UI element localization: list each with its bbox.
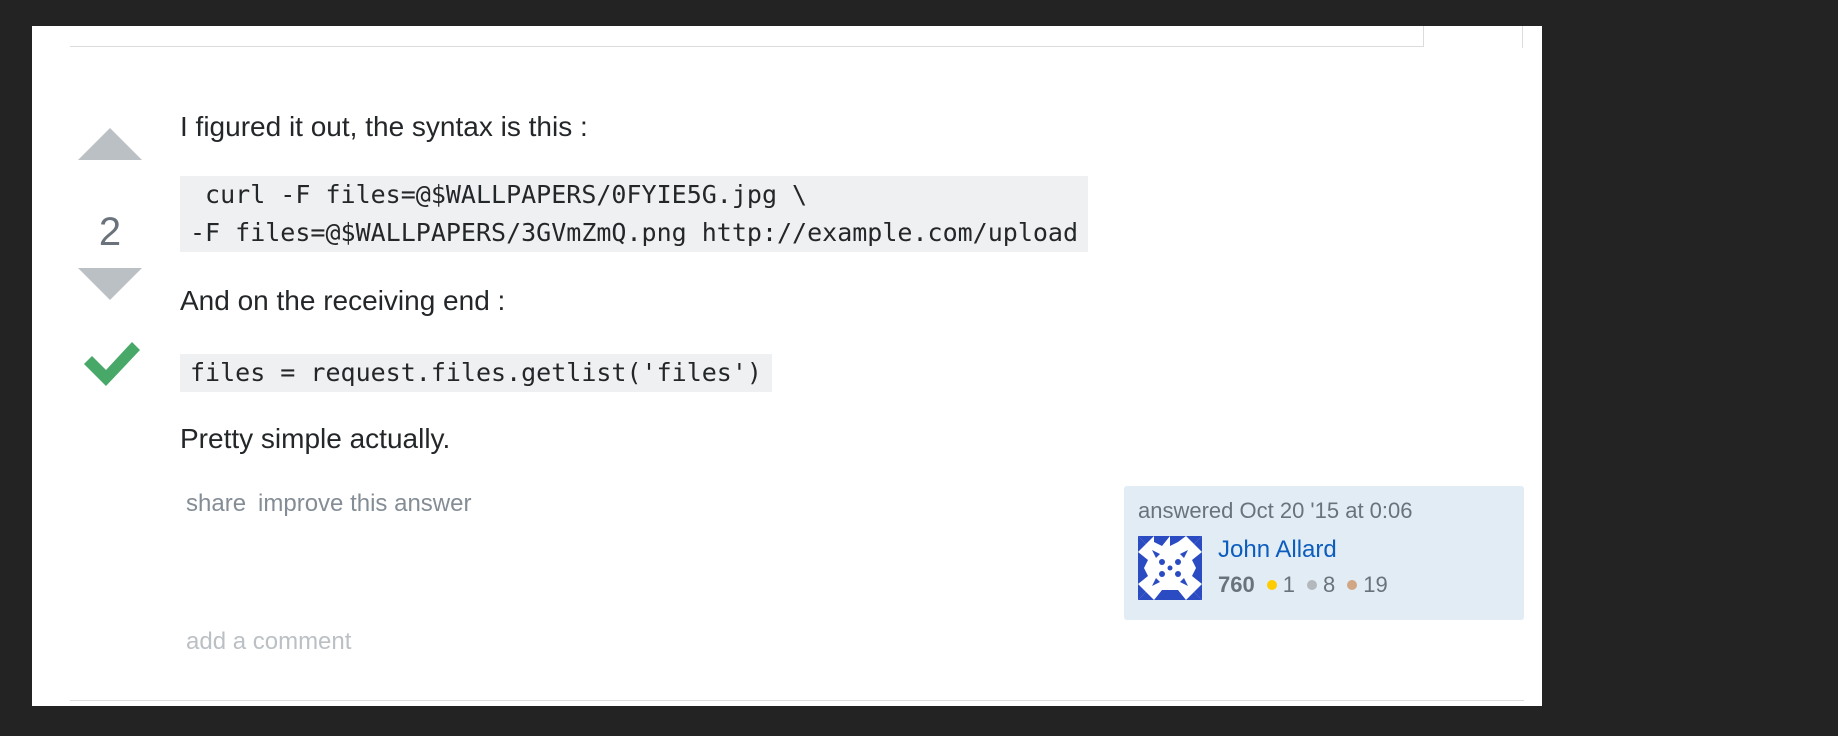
answer-receiving-text: And on the receiving end : [180, 285, 506, 316]
code-line-python: files = request.files.getlist('files') [190, 358, 762, 387]
post-menu: share improve this answer [186, 490, 471, 518]
bronze-badge-count: 19 [1363, 572, 1388, 597]
bronze-badge-icon [1347, 580, 1358, 590]
code-line-1: curl -F files=@$WALLPAPERS/0FYIE5G.jpg \ [190, 180, 808, 209]
top-divider-end [1423, 26, 1424, 47]
code-line-2: -F files=@$WALLPAPERS/3GVmZmQ.png http:/… [190, 218, 1079, 247]
vote-up-icon[interactable] [78, 128, 142, 160]
reputation-score: 760 [1218, 572, 1255, 597]
python-code-block: files = request.files.getlist('files') [180, 354, 772, 392]
answered-timestamp: answered Oct 20 '15 at 0:06 [1138, 498, 1413, 523]
user-card: answered Oct 20 '15 at 0:06 John Allard … [1124, 486, 1524, 620]
vote-count: 2 [98, 210, 122, 254]
accepted-checkmark-icon [84, 342, 140, 386]
curl-code-block: curl -F files=@$WALLPAPERS/0FYIE5G.jpg \… [180, 176, 1089, 252]
user-stats: 760 1 8 19 [1218, 572, 1400, 598]
add-comment-link[interactable]: add a comment [186, 628, 351, 656]
bottom-divider [70, 700, 1524, 701]
vote-down-icon[interactable] [78, 268, 142, 300]
right-divider [1522, 26, 1523, 48]
avatar[interactable] [1138, 536, 1202, 600]
silver-badge-count: 8 [1322, 572, 1336, 597]
silver-badge-icon [1306, 580, 1317, 590]
share-link[interactable]: share [186, 490, 246, 517]
answer-intro-text: I figured it out, the syntax is this : [180, 111, 588, 142]
gold-badge-icon [1266, 580, 1277, 590]
improve-answer-link[interactable]: improve this answer [258, 490, 471, 517]
top-divider [70, 46, 1424, 47]
user-name-link[interactable]: John Allard [1218, 536, 1337, 564]
answer-closing-text: Pretty simple actually. [180, 423, 451, 454]
answer-panel: 2 I figured it out, the syntax is this :… [32, 26, 1542, 706]
gold-badge-count: 1 [1282, 572, 1295, 597]
